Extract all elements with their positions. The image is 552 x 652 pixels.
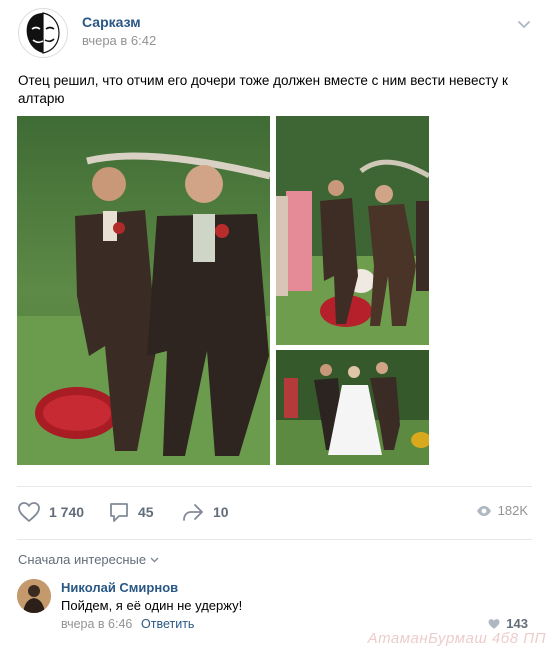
- comment-bubble-icon: [110, 503, 128, 522]
- reply-link[interactable]: Ответить: [141, 617, 194, 631]
- share-button[interactable]: 10: [181, 501, 229, 523]
- share-arrow-icon: [183, 504, 203, 521]
- divider: [17, 486, 532, 487]
- post-author[interactable]: Сарказм: [82, 14, 141, 30]
- sarcasm-logo-icon: [20, 10, 66, 56]
- post-time[interactable]: вчера в 6:42: [82, 33, 156, 48]
- post: Сарказм вчера в 6:42 Отец решил, что отч…: [0, 0, 552, 652]
- view-count: 182K: [476, 503, 528, 518]
- comment-sort-dropdown[interactable]: Сначала интересные: [18, 552, 159, 567]
- comment-time[interactable]: вчера в 6:46: [61, 617, 132, 631]
- divider: [17, 539, 532, 540]
- chevron-down-icon[interactable]: [516, 16, 532, 32]
- bride-escort-photo[interactable]: [276, 350, 429, 465]
- share-count: 10: [213, 504, 229, 520]
- chevron-down-icon: [150, 557, 159, 562]
- comment-author[interactable]: Николай Смирнов: [61, 580, 178, 595]
- comment-text: Пойдем, я её один не удержу!: [61, 598, 243, 613]
- comment-like-count: 143: [506, 616, 528, 631]
- post-actions: 1 740 45 10 182K: [0, 496, 552, 528]
- post-text: Отец решил, что отчим его дочери тоже до…: [18, 73, 508, 106]
- aisle-wide-photo[interactable]: [276, 116, 429, 345]
- views-label: 182K: [497, 503, 528, 518]
- comment-like-button[interactable]: 143: [487, 616, 528, 631]
- two-men-walking-photo[interactable]: [17, 116, 270, 465]
- like-count: 1 740: [49, 504, 85, 520]
- group-avatar[interactable]: [18, 8, 68, 58]
- heart-icon: [18, 502, 40, 522]
- eye-icon: [476, 505, 491, 516]
- comment-count: 45: [138, 504, 154, 520]
- sort-label: Сначала интересные: [18, 552, 147, 567]
- comment-button[interactable]: 45: [108, 501, 154, 523]
- like-button[interactable]: 1 740: [17, 501, 84, 523]
- heart-icon: [488, 618, 500, 629]
- commenter-avatar[interactable]: [17, 579, 51, 613]
- watermark: АтаманБурмаш 4б8 ПП: [367, 630, 546, 647]
